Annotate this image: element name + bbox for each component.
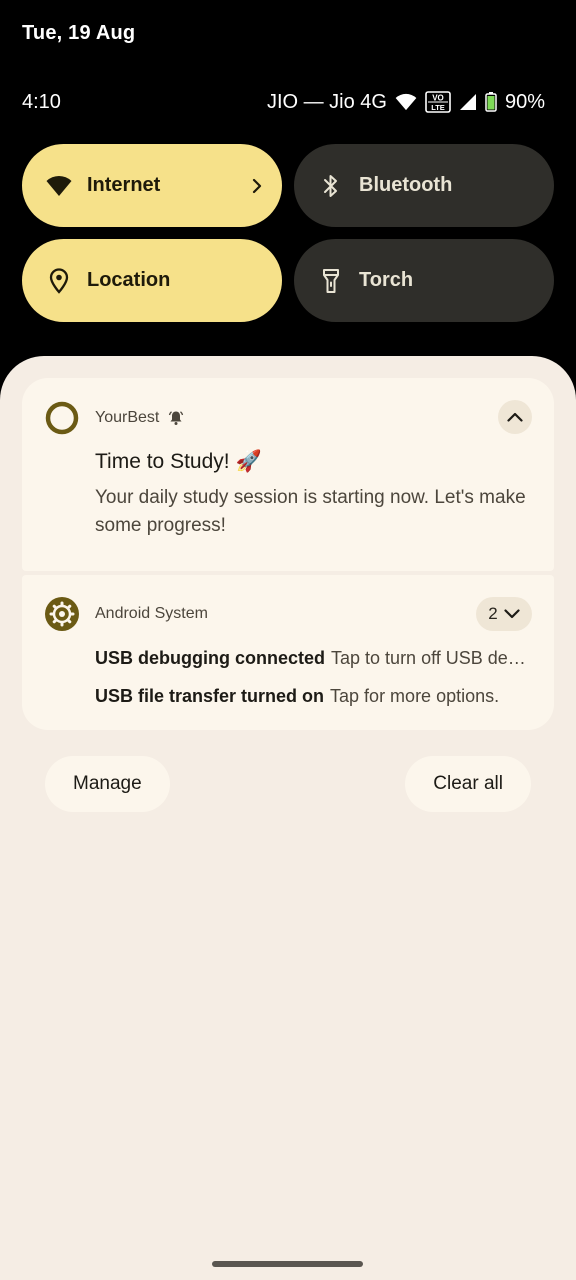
notification-sheet: YourBest Time to Study! 🚀 Your daily stu… [0,356,576,1280]
gesture-handle[interactable] [212,1261,363,1267]
collapse-button[interactable] [498,400,532,434]
tile-label: Bluetooth [359,174,453,196]
status-bar: 4:10 JIO — Jio 4G VO LTE 90% [22,88,545,116]
battery-percent: 90% [504,90,545,113]
wifi-icon [395,93,417,111]
gear-icon [45,597,79,631]
notification-count: 2 [488,604,498,623]
tile-label: Internet [87,174,161,196]
app-name: Android System [95,605,208,622]
tile-label: Location [87,269,171,291]
battery-icon [485,92,497,112]
location-pin-icon [46,267,72,294]
alerting-bell-icon [168,410,184,426]
volte-icon: VO LTE [425,91,451,113]
item-title: USB file transfer turned on [95,686,325,706]
app-name: YourBest [95,409,160,426]
notification-text: Your daily study session is starting now… [95,487,526,536]
yourbest-app-icon [45,401,79,435]
notification-android-system[interactable]: Android System 2 USB debugging connected… [22,575,554,730]
notification-shade: Tue, 19 Aug 4:10 JIO — Jio 4G VO LTE 90%… [0,0,576,1280]
notification-actions: Manage Clear all [45,756,531,812]
notification-list: YourBest Time to Study! 🚀 Your daily stu… [22,378,554,730]
chevron-up-icon [507,412,523,422]
svg-text:VO: VO [432,94,444,103]
item-text: Tap for more options. [330,686,500,706]
manage-button[interactable]: Manage [45,756,170,812]
tile-torch[interactable]: Torch [294,239,554,322]
date-label: Tue, 19 Aug [22,22,136,44]
quick-settings: Internet Bluetooth Location Torch [22,144,554,322]
bluetooth-icon [318,173,344,199]
carrier-label: JIO — Jio 4G [266,90,387,113]
chevron-down-icon [504,609,520,619]
clear-all-button[interactable]: Clear all [405,756,531,812]
chevron-right-icon [252,178,262,194]
clock: 4:10 [22,90,61,113]
torch-icon [318,268,344,294]
expand-group-button[interactable]: 2 [476,597,532,631]
usb-file-transfer-item[interactable]: USB file transfer turned on Tap for more … [45,677,530,715]
notification-yourbest[interactable]: YourBest Time to Study! 🚀 Your daily stu… [22,378,554,571]
wifi-icon [46,173,72,199]
signal-icon [459,93,477,111]
tile-label: Torch [359,269,414,291]
tile-bluetooth[interactable]: Bluetooth [294,144,554,227]
tile-location[interactable]: Location [22,239,282,322]
tile-internet[interactable]: Internet [22,144,282,227]
svg-text:LTE: LTE [431,103,445,112]
